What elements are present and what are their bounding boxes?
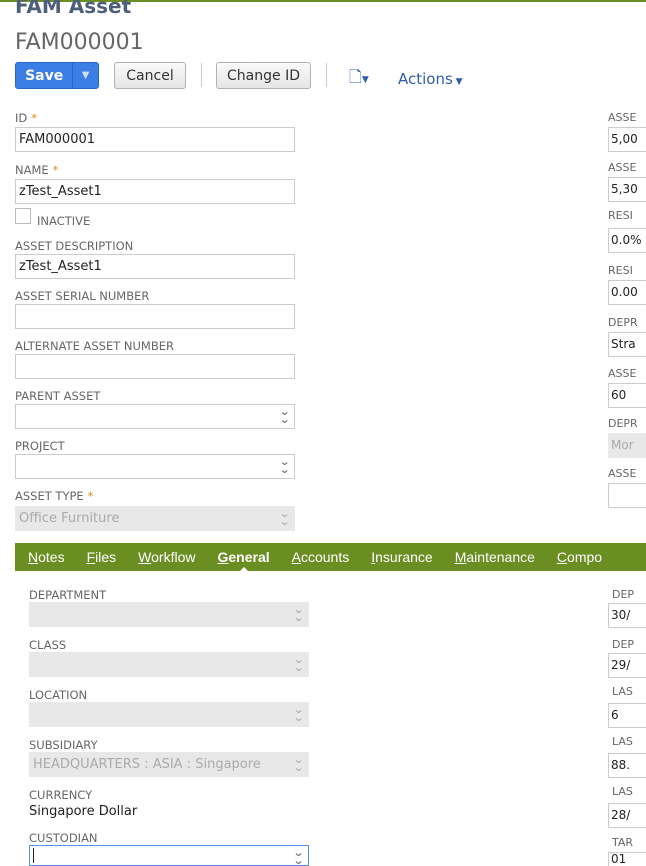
parent-asset-select[interactable]: ⌄ ⌄ <box>15 404 295 429</box>
right-field-input[interactable]: 29/ <box>608 653 646 678</box>
tab-files[interactable]: Files <box>87 549 117 565</box>
new-document-icon[interactable]: 🗋▼ <box>349 66 369 93</box>
location-select: ⌄ ⌄ <box>29 702 309 727</box>
id-label: ID * <box>15 111 37 125</box>
name-input[interactable]: zTest_Asset1 <box>15 179 295 204</box>
right-field-select-disabled: Mor <box>608 433 646 458</box>
project-label: PROJECT <box>15 439 65 453</box>
alternate-asset-number-input[interactable] <box>15 354 295 379</box>
right-field-input[interactable]: 0.0% <box>608 228 646 253</box>
right-field-label: LAS <box>612 785 633 798</box>
id-input[interactable]: FAM000001 <box>15 127 295 152</box>
custodian-select[interactable]: ⌄ ⌄ <box>29 845 309 866</box>
save-button[interactable]: Save ▼ <box>15 62 99 89</box>
right-field-label: ASSE <box>608 367 637 380</box>
right-field-label: TAR <box>612 836 634 849</box>
record-type-title: FAM Asset <box>15 0 132 18</box>
double-chevron-down-icon: ⌄ ⌄ <box>292 846 305 866</box>
parent-asset-label: PARENT ASSET <box>15 389 101 403</box>
double-chevron-down-icon: ⌄ ⌄ <box>278 405 291 426</box>
right-field-input[interactable]: 5,30 <box>608 177 646 202</box>
currency-label: CURRENCY <box>29 788 93 802</box>
double-chevron-down-icon: ⌄ ⌄ <box>292 753 305 774</box>
custodian-label: CUSTODIAN <box>29 831 98 845</box>
tab-maintenance[interactable]: Maintenance <box>455 549 535 565</box>
right-field-input[interactable]: 30/ <box>608 603 646 628</box>
department-label: DEPARTMENT <box>29 588 107 602</box>
right-field-label: RESI <box>608 264 633 277</box>
currency-value: Singapore Dollar <box>29 804 138 819</box>
right-field-label: ASSE <box>608 467 637 480</box>
right-field-input[interactable]: 01 <box>608 852 646 866</box>
tab-notes[interactable]: Notes <box>28 549 65 565</box>
actions-label: Actions <box>398 70 453 88</box>
right-field-input[interactable]: 6 <box>608 703 646 728</box>
right-field-input[interactable]: 0.00 <box>608 280 646 305</box>
right-field-label: ASSE <box>608 111 637 124</box>
double-chevron-down-icon: ⌄ ⌄ <box>278 507 291 528</box>
right-field-label: DEP <box>612 588 635 601</box>
right-field-input[interactable] <box>608 483 646 508</box>
divider <box>326 63 327 87</box>
project-select[interactable]: ⌄ ⌄ <box>15 454 295 479</box>
location-label: LOCATION <box>29 688 88 702</box>
right-field-input[interactable]: 28/ <box>608 803 646 828</box>
subsidiary-select: HEADQUARTERS : ASIA : Singapore ⌄ ⌄ <box>29 752 309 777</box>
tab-components[interactable]: Compo <box>557 549 602 565</box>
double-chevron-down-icon: ⌄ ⌄ <box>292 603 305 624</box>
class-label: CLASS <box>29 638 67 652</box>
right-field-label: LAS <box>612 735 633 748</box>
inactive-label: INACTIVE <box>37 214 91 228</box>
divider <box>201 63 202 87</box>
class-select: ⌄ ⌄ <box>29 652 309 677</box>
save-label: Save <box>25 67 64 84</box>
asset-description-label: ASSET DESCRIPTION <box>15 239 134 253</box>
inactive-checkbox[interactable] <box>15 208 31 224</box>
name-label: NAME * <box>15 163 59 177</box>
serial-number-label: ASSET SERIAL NUMBER <box>15 289 150 303</box>
serial-number-input[interactable] <box>15 304 295 329</box>
asset-type-select: Office Furniture ⌄ ⌄ <box>15 506 295 531</box>
right-field-label: LAS <box>612 685 633 698</box>
asset-description-input[interactable]: zTest_Asset1 <box>15 254 295 279</box>
cancel-button[interactable]: Cancel <box>114 62 186 89</box>
record-id-title: FAM000001 <box>15 30 144 55</box>
tab-accounts[interactable]: Accounts <box>292 549 350 565</box>
tab-workflow[interactable]: Workflow <box>138 549 195 565</box>
double-chevron-down-icon: ⌄ ⌄ <box>278 455 291 476</box>
right-field-label: DEPR <box>608 417 638 430</box>
right-field-input[interactable]: 60 <box>608 383 646 408</box>
department-select: ⌄ ⌄ <box>29 602 309 627</box>
asset-type-label: ASSET TYPE * <box>15 489 94 503</box>
change-id-button[interactable]: Change ID <box>216 62 311 89</box>
double-chevron-down-icon: ⌄ ⌄ <box>292 703 305 724</box>
tab-general[interactable]: General <box>218 549 270 573</box>
right-field-label: DEP <box>612 638 635 651</box>
alternate-asset-number-label: ALTERNATE ASSET NUMBER <box>15 339 174 353</box>
right-field-label: RESI <box>608 209 633 222</box>
actions-menu[interactable]: Actions ▼ <box>398 70 463 88</box>
save-dropdown-icon[interactable]: ▼ <box>72 63 98 88</box>
double-chevron-down-icon: ⌄ ⌄ <box>292 653 305 674</box>
subsidiary-label: SUBSIDIARY <box>29 738 98 752</box>
tab-insurance[interactable]: Insurance <box>371 549 432 565</box>
subtab-bar: Notes Files Workflow General Accounts In… <box>15 543 646 573</box>
text-cursor <box>33 848 34 863</box>
right-field-label: ASSE <box>608 161 637 174</box>
right-field-input[interactable]: 5,00 <box>608 127 646 152</box>
right-field-input[interactable]: 88. <box>608 753 646 778</box>
right-field-label: DEPR <box>608 316 638 329</box>
right-field-select[interactable]: Stra <box>608 332 646 357</box>
